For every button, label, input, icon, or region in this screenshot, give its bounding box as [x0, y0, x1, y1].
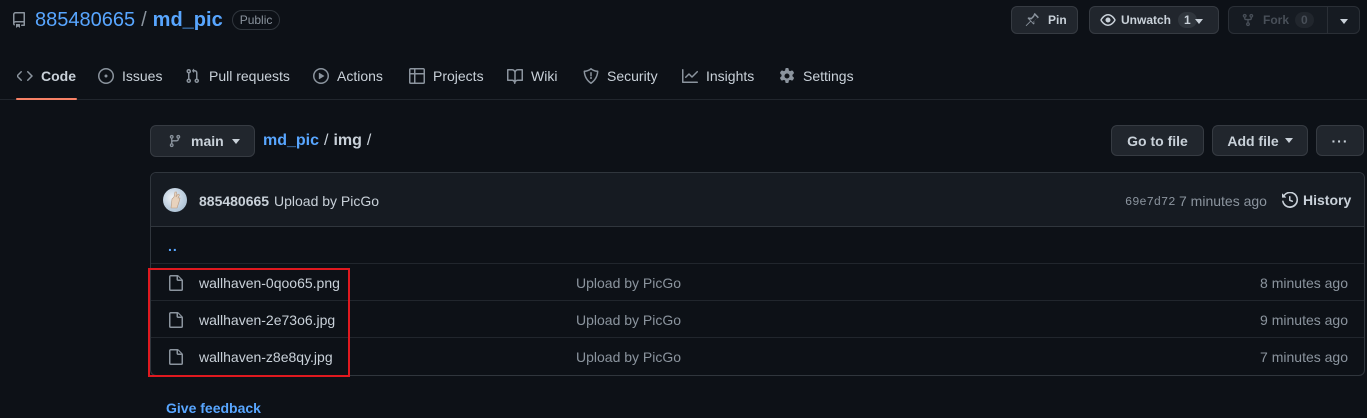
tab-label: Pull requests	[209, 68, 290, 84]
breadcrumb-separator: /	[366, 132, 372, 149]
repo-icon	[11, 12, 27, 28]
tab-wiki[interactable]: Wiki	[507, 53, 557, 99]
breadcrumb-current-dir: img	[333, 132, 362, 149]
tab-code[interactable]: Code	[16, 53, 77, 100]
tab-label: Settings	[803, 68, 854, 84]
graph-icon	[682, 69, 698, 83]
chevron-down-icon[interactable]	[1340, 19, 1348, 24]
tab-actions[interactable]: Actions	[313, 53, 383, 99]
play-icon	[313, 68, 329, 84]
book-icon	[507, 69, 523, 84]
parent-directory-link[interactable]: ..	[168, 238, 178, 254]
fork-count-badge: 0	[1295, 12, 1314, 28]
watch-count-badge: 1	[1178, 12, 1197, 28]
tab-label: Actions	[337, 68, 383, 84]
file-commit-message[interactable]: Upload by PicGo	[576, 312, 681, 328]
unwatch-label: Unwatch	[1121, 13, 1172, 27]
file-commit-message[interactable]: Upload by PicGo	[576, 275, 681, 291]
branch-select-button[interactable]: main	[150, 125, 255, 157]
tab-insights[interactable]: Insights	[682, 53, 754, 99]
tab-issues[interactable]: Issues	[98, 53, 162, 99]
add-file-label: Add file	[1227, 132, 1279, 149]
go-to-file-button[interactable]: Go to file	[1111, 125, 1204, 156]
history-label: History	[1303, 192, 1352, 208]
file-name-link[interactable]: wallhaven-z8e8qy.jpg	[199, 349, 333, 365]
latest-commit-bar: 885480665 Upload by PicGo 69e7d72 7 minu…	[151, 173, 1364, 227]
file-icon	[169, 349, 183, 365]
repo-separator: /	[141, 8, 147, 31]
visibility-badge: Public	[231, 10, 281, 30]
pin-button[interactable]: Pin	[1011, 6, 1078, 34]
file-list: 885480665 Upload by PicGo 69e7d72 7 minu…	[150, 172, 1365, 376]
pin-icon	[1025, 13, 1039, 27]
tab-projects[interactable]: Projects	[409, 53, 484, 99]
avatar[interactable]	[163, 188, 187, 212]
table-row[interactable]: wallhaven-0qoo65.png Upload by PicGo 8 m…	[151, 264, 1364, 301]
tab-label: Code	[41, 68, 76, 84]
history-link[interactable]: History	[1282, 192, 1351, 208]
tab-settings[interactable]: Settings	[779, 53, 854, 99]
pin-label: Pin	[1048, 13, 1067, 27]
fork-icon	[1242, 13, 1254, 27]
code-icon	[17, 71, 33, 81]
commit-author[interactable]: 885480665	[199, 193, 269, 209]
breadcrumb-repo-link[interactable]: md_pic	[263, 132, 319, 150]
chevron-down-icon	[1195, 19, 1203, 24]
eye-icon	[1100, 14, 1116, 26]
file-name-link[interactable]: wallhaven-2e73o6.jpg	[199, 312, 335, 328]
more-options-button[interactable]: ···	[1316, 125, 1364, 156]
tab-label: Wiki	[531, 68, 558, 84]
repo-header: 885480665 / md_pic Public Pin Unwatch 1 …	[0, 0, 1367, 40]
parent-directory-row[interactable]: ..	[151, 227, 1364, 264]
table-icon	[409, 68, 425, 84]
repo-nav-tabs: Code Issues Pull requests Actions Projec…	[0, 53, 1367, 100]
history-icon	[1282, 192, 1298, 208]
repo-name-link[interactable]: md_pic	[153, 9, 223, 32]
tab-label: Projects	[433, 68, 484, 84]
repo-title: 885480665 / md_pic Public	[11, 8, 281, 32]
unwatch-button[interactable]: Unwatch 1	[1089, 6, 1219, 34]
table-row[interactable]: wallhaven-z8e8qy.jpg Upload by PicGo 7 m…	[151, 338, 1364, 375]
file-commit-age: 9 minutes ago	[1260, 312, 1348, 328]
branch-icon	[169, 134, 181, 148]
avatar-image	[170, 191, 181, 209]
kebab-horizontal-icon: ···	[1331, 132, 1349, 149]
tab-label: Security	[607, 68, 658, 84]
breadcrumb: md_pic / img /	[263, 131, 376, 151]
branch-name: main	[191, 133, 224, 149]
issue-icon	[98, 68, 114, 84]
tab-pull-requests[interactable]: Pull requests	[185, 53, 290, 99]
chevron-down-icon	[1284, 138, 1293, 143]
commit-time: 7 minutes ago	[1179, 193, 1267, 209]
file-commit-age: 7 minutes ago	[1260, 349, 1348, 365]
fork-button[interactable]: Fork 0	[1229, 7, 1328, 33]
chevron-down-icon	[231, 138, 240, 144]
give-feedback-link[interactable]: Give feedback	[166, 400, 261, 416]
breadcrumb-separator: /	[324, 132, 329, 149]
gear-icon	[780, 68, 794, 84]
repo-owner-link[interactable]: 885480665	[35, 9, 135, 32]
shield-icon	[583, 68, 599, 84]
fork-label: Fork	[1263, 13, 1290, 27]
file-icon	[169, 275, 183, 291]
table-row[interactable]: wallhaven-2e73o6.jpg Upload by PicGo 9 m…	[151, 301, 1364, 338]
add-file-button[interactable]: Add file	[1212, 125, 1308, 156]
commit-sha[interactable]: 69e7d72	[1125, 195, 1175, 209]
file-commit-age: 8 minutes ago	[1260, 275, 1348, 291]
tab-label: Insights	[706, 68, 755, 84]
file-icon	[169, 312, 183, 328]
commit-message[interactable]: Upload by PicGo	[274, 193, 379, 209]
tab-security[interactable]: Security	[583, 53, 658, 99]
go-to-file-label: Go to file	[1127, 132, 1188, 149]
pull-request-icon	[186, 68, 199, 84]
file-name-link[interactable]: wallhaven-0qoo65.png	[199, 275, 340, 291]
file-commit-message[interactable]: Upload by PicGo	[576, 349, 681, 365]
tab-label: Issues	[122, 68, 163, 84]
fork-button-group: Fork 0	[1228, 6, 1360, 34]
